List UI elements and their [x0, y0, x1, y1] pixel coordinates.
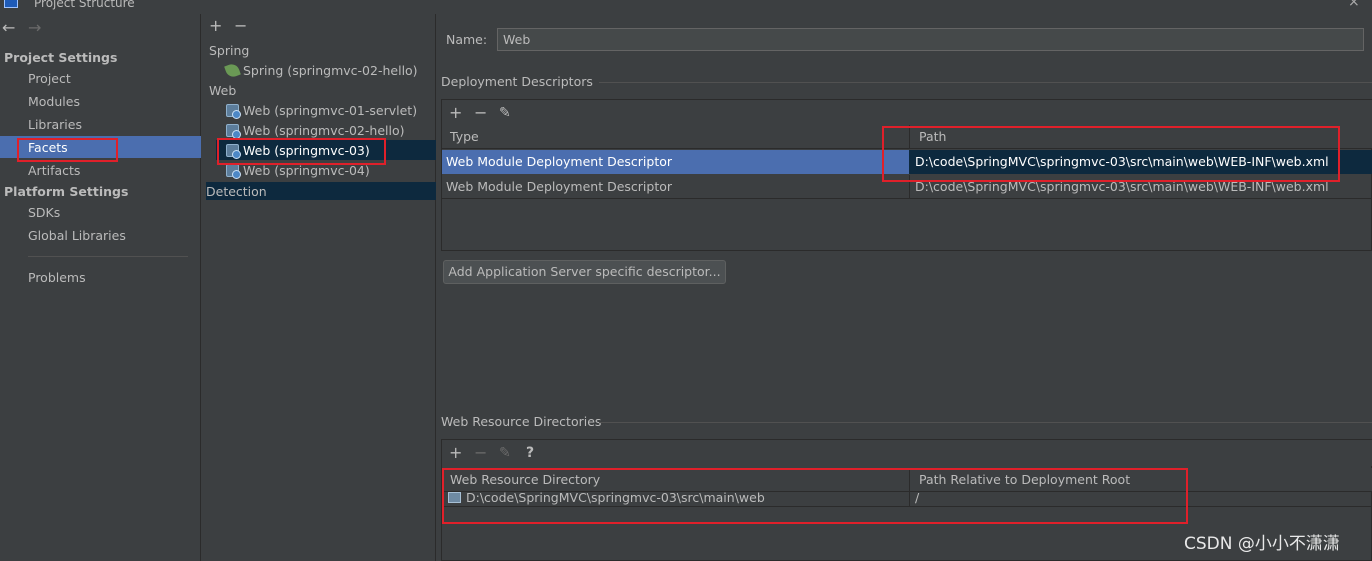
sidebar-item-modules[interactable]: Modules: [28, 94, 80, 109]
add-resource-button[interactable]: +: [449, 445, 462, 461]
web-facet-icon: [226, 124, 241, 139]
descriptor-type: Web Module Deployment Descriptor: [446, 179, 673, 194]
spring-leaf-icon: [224, 62, 241, 79]
window-title: Project Structure: [34, 0, 135, 10]
descriptor-type: Web Module Deployment Descriptor: [446, 154, 673, 169]
web-facet-icon: [226, 104, 241, 119]
remove-resource-button[interactable]: −: [474, 445, 487, 461]
help-icon[interactable]: ?: [526, 445, 534, 461]
add-descriptor-button[interactable]: +: [449, 105, 462, 121]
web-resource-directories-title: Web Resource Directories: [441, 414, 602, 429]
facet-name-input[interactable]: Web: [497, 28, 1364, 51]
tree-item-web-01[interactable]: Web (springmvc-01-servlet): [226, 103, 417, 119]
remove-facet-button[interactable]: −: [234, 18, 247, 34]
app-icon: [4, 0, 18, 8]
web-facet-icon: [226, 164, 241, 179]
deployment-descriptors-title: Deployment Descriptors: [441, 74, 593, 89]
facets-tree-panel: + − Spring Spring (springmvc-02-hello) W…: [202, 14, 436, 561]
column-header-type[interactable]: Type: [442, 125, 479, 149]
sidebar-item-project[interactable]: Project: [28, 71, 71, 86]
annotation-box-facets: [17, 138, 118, 162]
sidebar-item-libraries[interactable]: Libraries: [28, 117, 82, 132]
tree-item-spring-02[interactable]: Spring (springmvc-02-hello): [224, 62, 418, 79]
group-divider: [599, 82, 1372, 83]
remove-descriptor-button[interactable]: −: [474, 105, 487, 121]
forward-arrow-icon[interactable]: →: [28, 18, 41, 37]
deployment-toolbar: + − ✎: [442, 100, 1372, 126]
tree-category-web[interactable]: Web: [209, 83, 236, 98]
sidebar-item-problems[interactable]: Problems: [28, 270, 86, 285]
annotation-box-resource-directory: [442, 468, 1188, 524]
platform-settings-header: Platform Settings: [4, 184, 129, 199]
resource-toolbar: + − ✎ ?: [442, 440, 1372, 466]
group-divider: [599, 422, 1372, 423]
annotation-box-web-03: [217, 138, 386, 165]
title-bar: Project Structure ×: [0, 0, 1372, 14]
tree-item-web-04[interactable]: Web (springmvc-04): [226, 163, 370, 179]
annotation-box-path-column: [882, 126, 1340, 182]
detection-label[interactable]: Detection: [206, 184, 267, 199]
tree-category-spring[interactable]: Spring: [209, 43, 249, 58]
sidebar-divider: [28, 256, 188, 257]
settings-sidebar: ← → Project Settings Project Modules Lib…: [0, 14, 201, 561]
sidebar-item-global-libraries[interactable]: Global Libraries: [28, 228, 126, 243]
back-arrow-icon[interactable]: ←: [2, 18, 15, 37]
tree-item-web-02[interactable]: Web (springmvc-02-hello): [226, 123, 404, 139]
edit-pencil-icon[interactable]: ✎: [499, 445, 511, 461]
sidebar-item-artifacts[interactable]: Artifacts: [28, 163, 80, 178]
add-facet-button[interactable]: +: [209, 18, 222, 34]
add-server-descriptor-button[interactable]: Add Application Server specific descript…: [443, 260, 726, 284]
name-label: Name:: [446, 32, 488, 47]
watermark: CSDN @小小不潇潇: [1184, 534, 1340, 554]
edit-pencil-icon[interactable]: ✎: [499, 105, 511, 121]
sidebar-item-sdks[interactable]: SDKs: [28, 205, 60, 220]
close-icon[interactable]: ×: [1348, 0, 1360, 10]
project-settings-header: Project Settings: [4, 50, 118, 65]
